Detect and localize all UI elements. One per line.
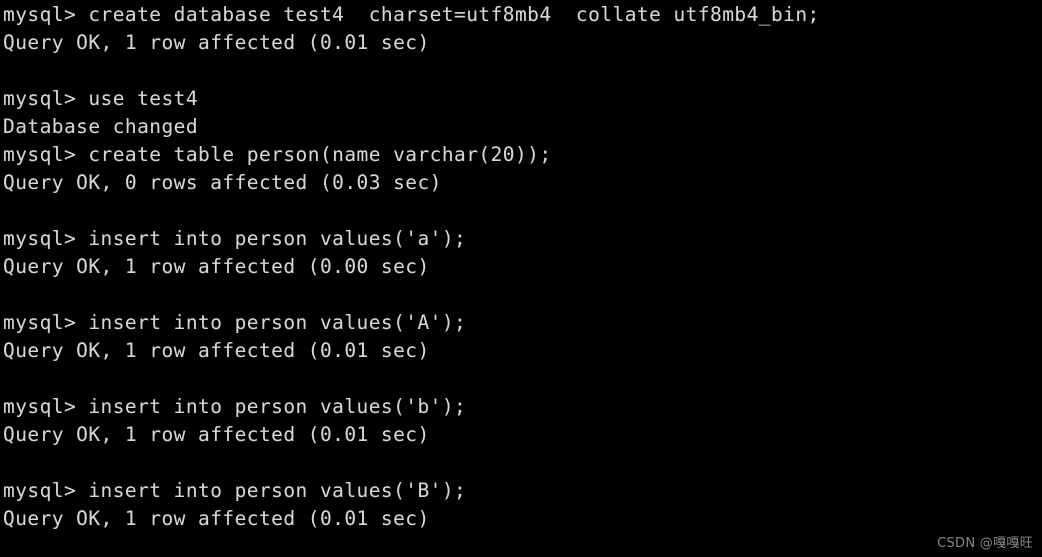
terminal-command-line: mysql> create database test4 charset=utf… (3, 3, 820, 26)
terminal-command-line: mysql> insert into person values('a'); (3, 227, 467, 250)
terminal-result-line: Database changed (3, 115, 199, 138)
terminal-result-line: Query OK, 1 row affected (0.01 sec) (3, 423, 430, 446)
terminal-command-line: mysql> create table person(name varchar(… (3, 143, 552, 166)
terminal-result-line: Query OK, 0 rows affected (0.03 sec) (3, 171, 442, 194)
terminal-command-line: mysql> insert into person values('A'); (3, 311, 467, 334)
terminal-result-line: Query OK, 1 row affected (0.01 sec) (3, 31, 430, 54)
terminal-command-line: mysql> insert into person values('b'); (3, 395, 467, 418)
terminal-result-line: Query OK, 1 row affected (0.00 sec) (3, 255, 430, 278)
terminal-output-area[interactable]: mysql> create database test4 charset=utf… (3, 1, 1042, 557)
terminal-command-line: mysql> insert into person values('B'); (3, 479, 467, 502)
csdn-watermark: CSDN @嘎嘎旺 (937, 536, 1033, 551)
terminal-command-line: mysql> use test4 (3, 87, 199, 110)
terminal-result-line: Query OK, 1 row affected (0.01 sec) (3, 507, 430, 530)
mysql-terminal-window[interactable]: mysql> create database test4 charset=utf… (0, 0, 1042, 557)
terminal-result-line: Query OK, 1 row affected (0.01 sec) (3, 339, 430, 362)
